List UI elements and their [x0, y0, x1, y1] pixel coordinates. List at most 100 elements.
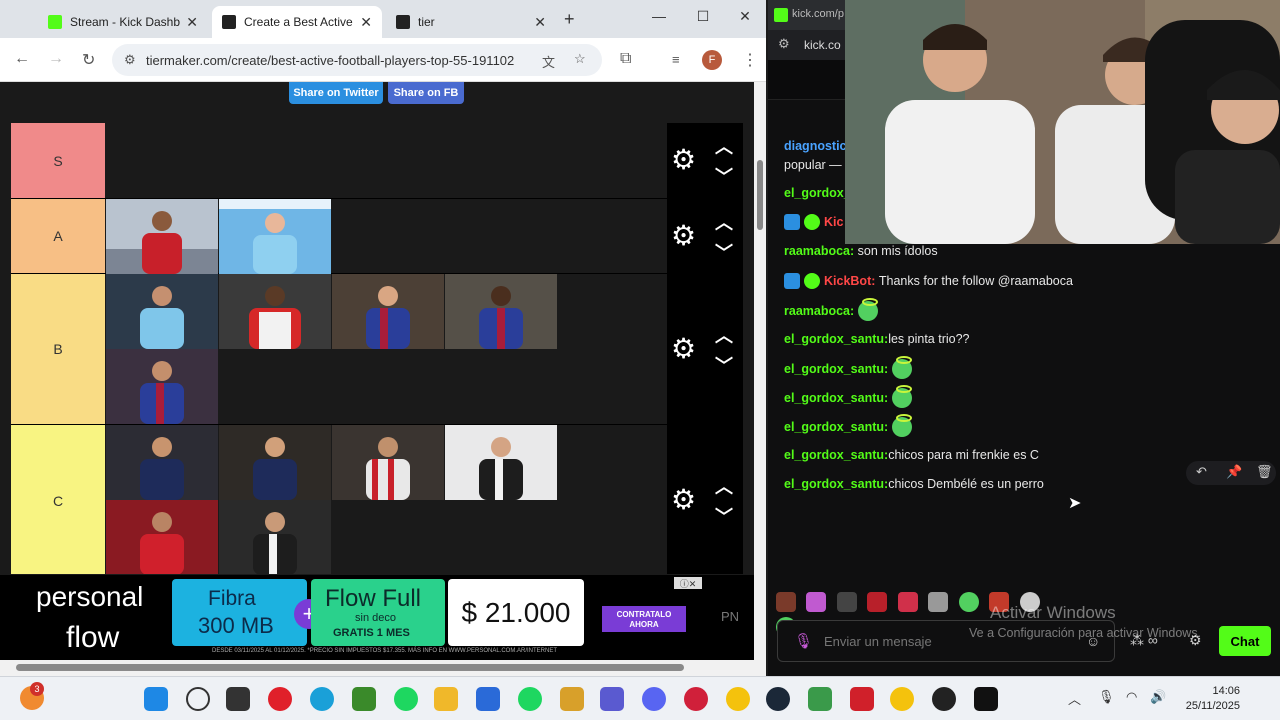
close-tab-icon[interactable]: ✕ [534, 14, 546, 31]
move-down-chevron-icon[interactable]: ﹀ [715, 239, 733, 265]
personal-flow-ad-banner[interactable]: personal flow Fibra 300 MB + Flow Full s… [0, 575, 754, 660]
minecraft-icon[interactable] [352, 687, 376, 711]
share-fb-button[interactable]: Share on FB [388, 82, 464, 104]
tier-label[interactable]: S [11, 123, 105, 198]
tab-tiermaker-create[interactable]: Create a Best Active F ✕ [212, 6, 382, 38]
kick-url-text[interactable]: kick.co [804, 38, 841, 52]
chat-username[interactable]: el_gordox_santu: [784, 477, 888, 491]
app-icon[interactable] [850, 687, 874, 711]
wifi-icon[interactable]: ◠ [1126, 689, 1137, 705]
player-card-aguero[interactable] [106, 274, 218, 349]
tier-settings-gear-icon[interactable]: ⚙ [671, 332, 696, 365]
back-icon[interactable]: ← [14, 50, 30, 68]
emote-icon[interactable] [806, 592, 827, 612]
tier-settings-gear-icon[interactable]: ⚙ [671, 143, 696, 176]
extensions-icon[interactable]: ⧉ [620, 50, 631, 68]
emote-icon[interactable] [928, 592, 949, 612]
player-card-dybala[interactable] [445, 425, 557, 500]
game-app-icon[interactable] [560, 687, 584, 711]
chat-username[interactable]: KickBot: [824, 274, 875, 288]
emote-icon[interactable] [897, 592, 918, 612]
kick-app-icon[interactable] [974, 687, 998, 711]
search-icon[interactable] [186, 687, 210, 711]
player-card-griezmann[interactable] [332, 274, 444, 349]
store-icon[interactable] [476, 687, 500, 711]
menu-kebab-icon[interactable]: ⋮ [742, 50, 758, 70]
chrome-active-icon[interactable] [890, 687, 914, 711]
ad-info-icon[interactable]: ⓘ✕ [674, 577, 702, 589]
app-icon[interactable] [684, 687, 708, 711]
close-tab-icon[interactable]: ✕ [186, 14, 198, 31]
chat-username[interactable]: el_gordox_santu: [784, 448, 888, 462]
player-card-coutinho[interactable] [106, 500, 218, 574]
tier-label[interactable]: A [11, 199, 105, 273]
emote-icon[interactable] [836, 592, 857, 612]
player-card-busquets[interactable] [106, 349, 218, 424]
move-up-chevron-icon[interactable]: ︿ [715, 322, 733, 348]
clock-date[interactable]: 25/11/2025 [1180, 700, 1240, 712]
chat-username[interactable]: el_gordox_santu: [784, 332, 888, 346]
tier-settings-gear-icon[interactable]: ⚙ [671, 219, 696, 252]
close-tab-icon[interactable]: ✕ [360, 14, 372, 31]
chat-username[interactable]: raamaboca: [784, 244, 854, 258]
spotify-icon[interactable] [518, 687, 542, 711]
player-card-de-bruyne[interactable] [219, 199, 331, 274]
move-down-chevron-icon[interactable]: ﹀ [715, 352, 733, 378]
player-card-chiellini[interactable] [219, 500, 331, 574]
tab-tier[interactable]: tier ✕ [386, 6, 556, 38]
spotify-icon[interactable] [394, 687, 418, 711]
translate-icon[interactable]: 文 [542, 52, 555, 71]
pin-icon[interactable]: 📌 [1226, 464, 1242, 480]
volume-icon[interactable]: 🔊 [1150, 689, 1166, 705]
player-card-di-maria[interactable] [219, 425, 331, 500]
chat-username[interactable]: el_gordox_santu: [784, 362, 888, 376]
chat-username[interactable]: el_gordox_santu: [784, 391, 888, 405]
teams-icon[interactable] [600, 687, 624, 711]
move-down-chevron-icon[interactable]: ﹀ [715, 503, 733, 529]
task-view-icon[interactable] [226, 687, 250, 711]
player-card-godin[interactable] [332, 425, 444, 500]
tab-kick-dashboard[interactable]: Stream - Kick Dashbo ✕ [38, 6, 208, 38]
address-bar[interactable]: ⚙ tiermaker.com/create/best-active-footb… [112, 44, 602, 76]
tier-label[interactable]: B [11, 274, 105, 424]
page-vertical-scroll-thumb[interactable] [757, 160, 763, 230]
microphone-tray-icon[interactable]: 🎙 [1098, 689, 1115, 705]
move-up-chevron-icon[interactable]: ︿ [715, 209, 733, 235]
forward-icon[interactable]: → [48, 50, 64, 68]
emote-icon[interactable] [776, 592, 796, 612]
chat-username[interactable]: Kic [824, 215, 843, 229]
windows-start-icon[interactable] [144, 687, 168, 711]
clock-time[interactable]: 14:06 [1180, 685, 1240, 697]
reload-icon[interactable]: ↻ [82, 50, 95, 70]
obs-icon[interactable] [932, 687, 956, 711]
close-window-icon[interactable]: ✕ [730, 8, 760, 25]
site-info-icon[interactable]: ⚙ [778, 36, 790, 52]
move-down-chevron-icon[interactable]: ﹀ [715, 163, 733, 189]
file-explorer-icon[interactable] [434, 687, 458, 711]
kick-tab-title[interactable]: kick.com/p [792, 8, 844, 20]
emote-icon[interactable] [958, 592, 979, 612]
tray-overflow-chevron-icon[interactable]: ︿ [1068, 689, 1081, 708]
steam-icon[interactable] [766, 687, 790, 711]
opera-icon[interactable] [268, 687, 292, 711]
chat-username[interactable]: el_gordox_ [784, 186, 851, 200]
minimize-icon[interactable]: — [644, 8, 674, 24]
ad-cta-button[interactable]: CONTRATALO AHORA [602, 606, 686, 632]
player-card-aubameyang[interactable] [219, 274, 331, 349]
microphone-icon[interactable]: 🎙 [794, 632, 813, 650]
chrome-icon[interactable] [726, 687, 750, 711]
player-card-benzema[interactable] [106, 199, 218, 274]
share-twitter-button[interactable]: Share on Twitter [289, 82, 383, 104]
app-icon[interactable] [808, 687, 832, 711]
page-horizontal-scroll-thumb[interactable] [16, 664, 684, 671]
player-card-dembele[interactable] [445, 274, 557, 349]
new-tab-button[interactable]: + [564, 9, 575, 30]
tier-label[interactable]: C [11, 425, 105, 574]
emote-icon[interactable] [867, 592, 888, 612]
chat-username[interactable]: diagnostic [784, 139, 847, 153]
bookmark-star-icon[interactable]: ☆ [574, 51, 586, 67]
maximize-icon[interactable]: ☐ [688, 8, 718, 25]
edge-icon[interactable] [310, 687, 334, 711]
player-card-cavani[interactable] [106, 425, 218, 500]
move-up-chevron-icon[interactable]: ︿ [715, 133, 733, 159]
